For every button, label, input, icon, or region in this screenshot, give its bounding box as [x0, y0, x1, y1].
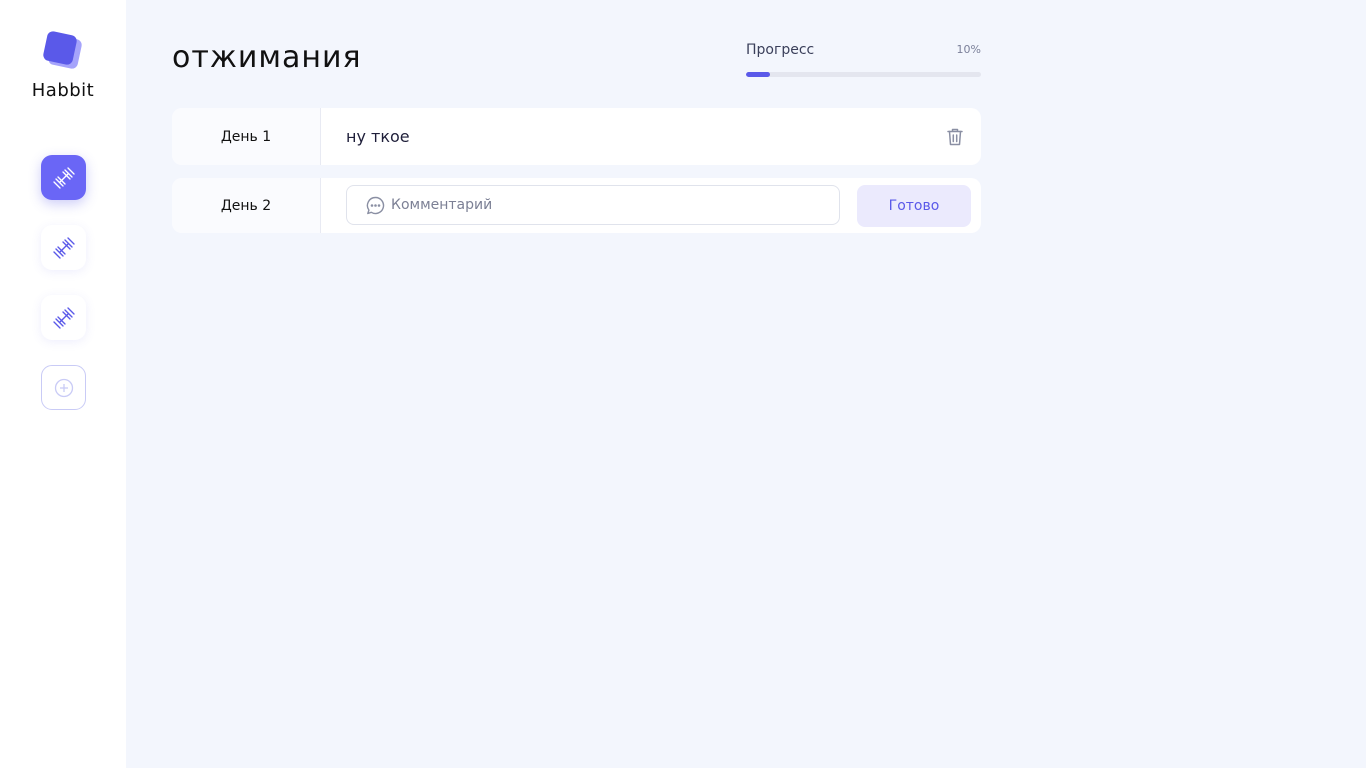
speech-bubble-icon — [366, 196, 385, 215]
day-comment-text: ну ткое — [346, 127, 410, 146]
add-habit-button[interactable] — [41, 365, 86, 410]
day-label: День 1 — [172, 108, 321, 165]
comment-input[interactable] — [391, 186, 831, 224]
progress-label: Прогресс — [746, 42, 815, 58]
habit-button-3[interactable] — [41, 295, 86, 340]
done-button[interactable]: Готово — [857, 185, 971, 227]
day-label: День 2 — [172, 178, 321, 233]
logo-icon — [43, 31, 82, 69]
habit-button-2[interactable] — [41, 225, 86, 270]
logo: Habbit — [0, 28, 126, 102]
progress-bar-fill — [746, 72, 770, 77]
progress-block: Прогресс 10% — [746, 42, 981, 82]
dumbbell-icon — [52, 236, 75, 259]
dumbbell-icon — [52, 306, 75, 329]
app-root: Habbit отжимания Прогресс 10% День 1 ну … — [0, 0, 1366, 768]
page-title: отжимания — [172, 40, 362, 75]
app-name: Habbit — [31, 80, 95, 101]
trash-icon[interactable] — [945, 127, 965, 147]
progress-bar — [746, 72, 981, 77]
sidebar: Habbit — [0, 0, 126, 768]
dumbbell-icon — [52, 166, 75, 189]
plus-circle-icon — [54, 378, 73, 397]
day-row-1: День 1 ну ткое — [172, 108, 981, 165]
comment-field — [346, 185, 840, 225]
habit-button-1[interactable] — [41, 155, 86, 200]
progress-percent: 10% — [956, 43, 981, 56]
day-row-2: День 2 Готово — [172, 178, 981, 233]
